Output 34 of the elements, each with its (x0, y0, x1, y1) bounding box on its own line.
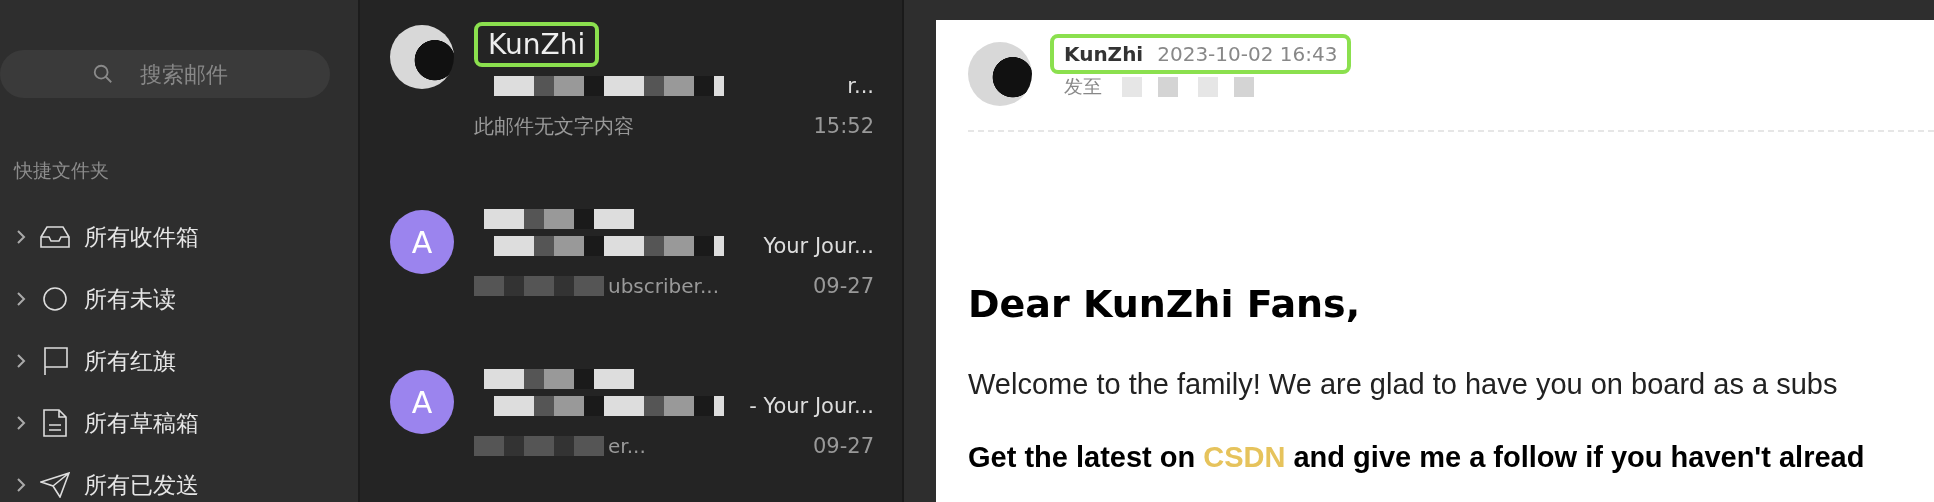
email-paragraph: Welcome to the family! We are glad to have you on board as a subs (968, 368, 1839, 401)
paper-plane-icon (40, 472, 70, 498)
folder-label[interactable]: 所有未读 (84, 283, 176, 315)
message-date: 2023-10-02 16:43 (1157, 42, 1338, 66)
sender-name: KunZhi (1064, 42, 1144, 66)
folder-label[interactable]: 所有已发送 (84, 469, 199, 501)
mail-time: 09-27 (812, 434, 874, 458)
email-heading: Dear KunZhi Fans, (968, 282, 1362, 326)
search-field[interactable]: 搜索邮件 (0, 50, 330, 98)
mail-subject: r... (847, 74, 874, 98)
chevron-icon[interactable] (16, 477, 26, 493)
mail-preview: 此邮件无文字内容 (474, 112, 634, 140)
mail-time: 09-27 (812, 274, 874, 298)
folder-label[interactable]: 所有收件箱 (84, 221, 199, 253)
chevron-icon[interactable] (16, 415, 26, 431)
mail-time: 15:52 (813, 114, 874, 138)
sender-name: KunZhi (474, 21, 600, 67)
recipient-label: 发至 (1064, 74, 1102, 99)
chevron-icon[interactable] (16, 229, 26, 245)
mail-preview: er... (608, 434, 646, 458)
email-paragraph: Get the latest on CSDN and give me a follow if you haven't alread (968, 441, 1866, 474)
chevron-icon[interactable] (16, 291, 26, 307)
avatar-circle: A (390, 370, 454, 434)
folder-label[interactable]: 所有草稿箱 (84, 407, 199, 439)
mail-subject: - Your Jour... (749, 394, 874, 418)
folder-label[interactable]: 所有红旗 (84, 345, 176, 377)
avatar-circle: A (390, 210, 454, 274)
mail-preview: ubscriber... (608, 274, 720, 298)
section-title: 快捷文件夹 (14, 158, 110, 183)
tray-icon (40, 225, 70, 249)
circle-icon (40, 287, 70, 311)
chevron-icon[interactable] (16, 353, 26, 369)
mail-subject: Your Jour... (763, 234, 874, 258)
document-icon (40, 409, 70, 437)
